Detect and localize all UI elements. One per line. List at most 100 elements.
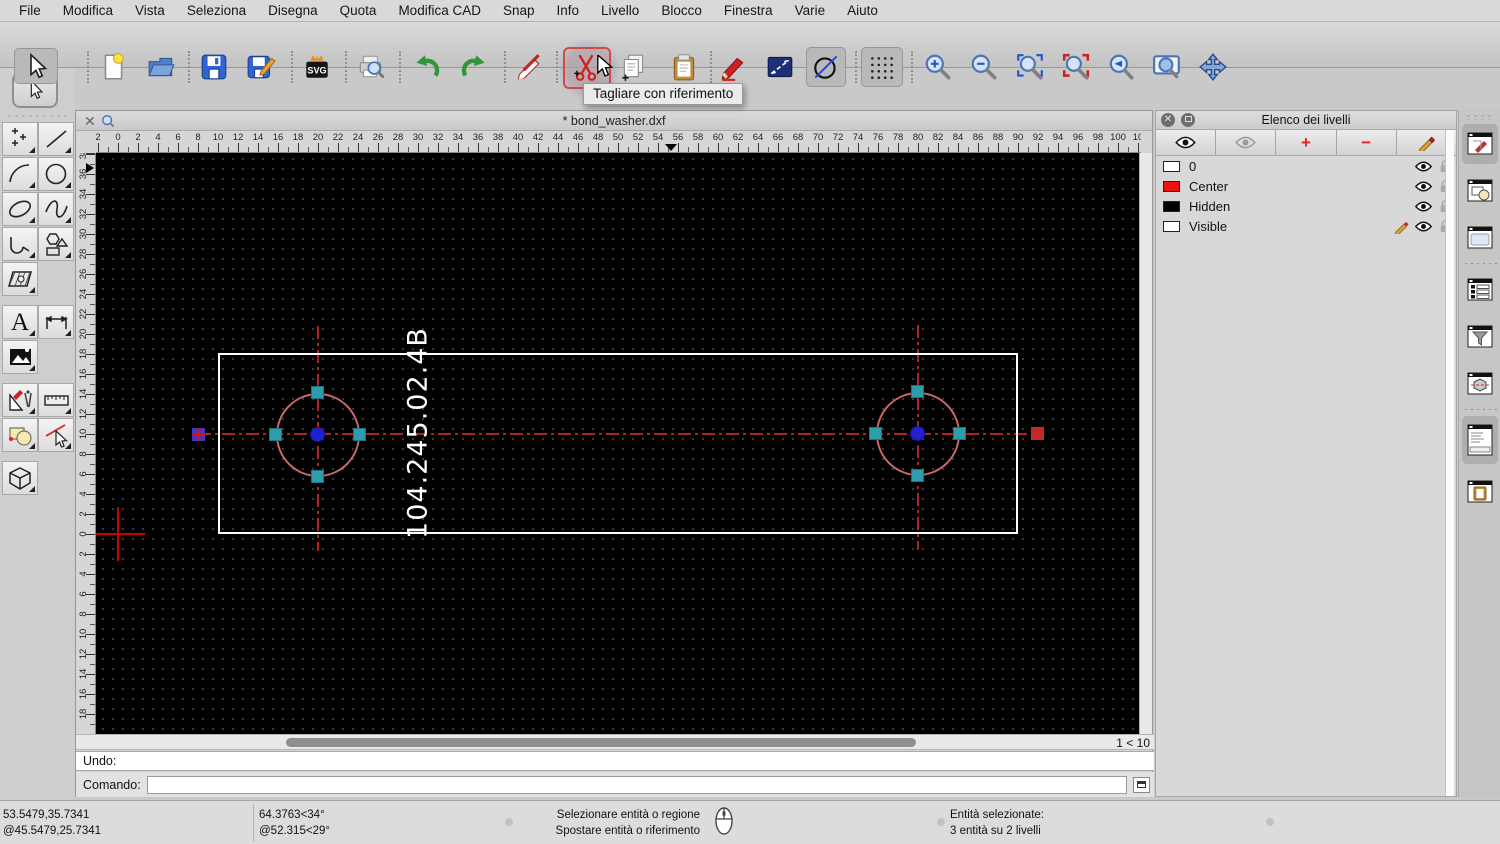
palette-splines[interactable] — [38, 192, 74, 226]
pen-properties-window-button[interactable] — [1462, 124, 1498, 164]
palette-blocks[interactable] — [2, 418, 38, 452]
paste-button[interactable] — [665, 48, 703, 86]
close-drawing-icon[interactable]: ✕ — [84, 114, 96, 128]
centerline-end-handle-left[interactable] — [192, 428, 205, 441]
palette-text[interactable]: A — [2, 305, 38, 339]
command-window-button[interactable] — [1462, 416, 1498, 464]
menu-item[interactable]: Modifica CAD — [387, 3, 492, 18]
palette-points[interactable] — [2, 122, 38, 156]
palette-lines[interactable] — [38, 122, 74, 156]
layer-visibility-eye-icon[interactable] — [1412, 201, 1434, 212]
circle-attributes-button[interactable] — [806, 47, 846, 87]
layer-visibility-eye-icon[interactable] — [1412, 161, 1434, 172]
delete-entities-button[interactable] — [510, 48, 548, 86]
palette-modify[interactable] — [2, 383, 38, 417]
selection-handle[interactable] — [311, 386, 324, 399]
layer-row[interactable]: Hidden — [1156, 196, 1456, 216]
layer-row[interactable]: Visible — [1156, 216, 1456, 236]
center-point-handle[interactable] — [310, 427, 325, 442]
zoom-auto-button[interactable] — [1011, 48, 1049, 86]
layer-panel-titlebar[interactable]: ✕ Elenco dei livelli — [1156, 111, 1456, 130]
undo-button[interactable] — [408, 48, 446, 86]
palette-images[interactable] — [2, 340, 38, 374]
hide-all-layers-button[interactable] — [1216, 130, 1277, 155]
menu-item[interactable]: Aiuto — [836, 3, 889, 18]
filter-window-button[interactable] — [1462, 317, 1498, 357]
line-attributes-button[interactable] — [761, 48, 799, 86]
copy-button[interactable] — [615, 48, 653, 86]
library-window-button[interactable] — [1462, 472, 1498, 512]
layer-panel-scrollbar[interactable] — [1445, 130, 1454, 796]
zoom-previous-button[interactable] — [1102, 48, 1140, 86]
svg-export-button[interactable]: SVG — [298, 48, 336, 86]
drawing-window-titlebar[interactable]: ✕ * bond_washer.dxf — [76, 111, 1152, 131]
save-button[interactable] — [195, 48, 233, 86]
remove-layer-button[interactable]: − — [1336, 130, 1397, 155]
menu-item[interactable]: Snap — [492, 3, 546, 18]
menu-item[interactable]: Disegna — [257, 3, 329, 18]
undock-icon[interactable] — [1181, 113, 1195, 127]
zoom-select-button[interactable] — [1057, 48, 1095, 86]
menu-item[interactable]: Varie — [784, 3, 837, 18]
detach-command-button[interactable] — [1132, 776, 1150, 793]
new-file-button[interactable] — [94, 48, 132, 86]
grid-toggle-button[interactable] — [861, 47, 903, 87]
add-layer-button[interactable]: + — [1276, 130, 1337, 155]
zoom-window-button[interactable] — [1148, 48, 1186, 86]
preview-window-button[interactable] — [1462, 218, 1498, 258]
menu-item[interactable]: Info — [546, 3, 591, 18]
block-shapes-window-button[interactable] — [1462, 171, 1498, 211]
menu-item[interactable]: Finestra — [713, 3, 784, 18]
command-input[interactable] — [146, 775, 1127, 794]
selection-handle[interactable] — [269, 428, 282, 441]
palette-solids-3d[interactable] — [2, 461, 38, 495]
open-file-button[interactable] — [142, 48, 180, 86]
palette-explode[interactable] — [38, 418, 74, 452]
center-point-handle[interactable] — [910, 426, 925, 441]
layer-row[interactable]: 0 — [1156, 156, 1456, 176]
scrollbar-thumb[interactable] — [286, 738, 916, 747]
menu-item[interactable]: File — [8, 3, 52, 18]
menu-item[interactable]: Blocco — [650, 3, 713, 18]
layer-visibility-eye-icon[interactable] — [1412, 221, 1434, 232]
part-number-text[interactable]: 104.245.02.4B — [403, 327, 434, 539]
select-arrow-button[interactable] — [14, 48, 58, 84]
print-preview-button[interactable] — [352, 48, 390, 86]
layer-list-window-button[interactable] — [1462, 270, 1498, 310]
vertical-scrollbar[interactable] — [1139, 153, 1152, 734]
zoom-in-button[interactable] — [919, 48, 957, 86]
selection-handle[interactable] — [953, 427, 966, 440]
selection-handle[interactable] — [869, 427, 882, 440]
palette-polygons[interactable] — [38, 227, 74, 261]
centerline-end-handle-right[interactable] — [1031, 427, 1044, 440]
palette-hatches[interactable] — [2, 262, 38, 296]
layer-visibility-eye-icon[interactable] — [1412, 181, 1434, 192]
redo-button[interactable] — [455, 48, 493, 86]
selection-handle[interactable] — [911, 469, 924, 482]
show-all-layers-button[interactable] — [1156, 130, 1217, 155]
palette-dimensions[interactable] — [38, 305, 74, 339]
drawing-canvas[interactable]: 104.245.02.4B — [96, 153, 1141, 734]
dock-drag-handle[interactable] — [1465, 114, 1494, 120]
palette-polylines[interactable] — [2, 227, 38, 261]
pen-attributes-button[interactable] — [714, 48, 752, 86]
close-icon[interactable]: ✕ — [1161, 113, 1175, 127]
block-insert-window-button[interactable] — [1462, 364, 1498, 404]
palette-circles[interactable] — [38, 157, 74, 191]
selection-handle[interactable] — [311, 470, 324, 483]
menu-item[interactable]: Seleziona — [176, 3, 257, 18]
save-as-button[interactable] — [242, 48, 280, 86]
menu-item[interactable]: Modifica — [52, 3, 124, 18]
selection-handle[interactable] — [911, 385, 924, 398]
menu-item[interactable]: Vista — [124, 3, 176, 18]
horizontal-scrollbar[interactable]: 1 < 10 — [76, 734, 1154, 750]
palette-measure[interactable] — [38, 383, 74, 417]
menu-item[interactable]: Livello — [590, 3, 650, 18]
menu-item[interactable]: Quota — [329, 3, 388, 18]
selection-handle[interactable] — [353, 428, 366, 441]
palette-ellipses[interactable] — [2, 192, 38, 226]
layer-row[interactable]: Center — [1156, 176, 1456, 196]
zoom-out-button[interactable] — [965, 48, 1003, 86]
zoom-pan-button[interactable] — [1194, 48, 1232, 86]
palette-arcs[interactable] — [2, 157, 38, 191]
